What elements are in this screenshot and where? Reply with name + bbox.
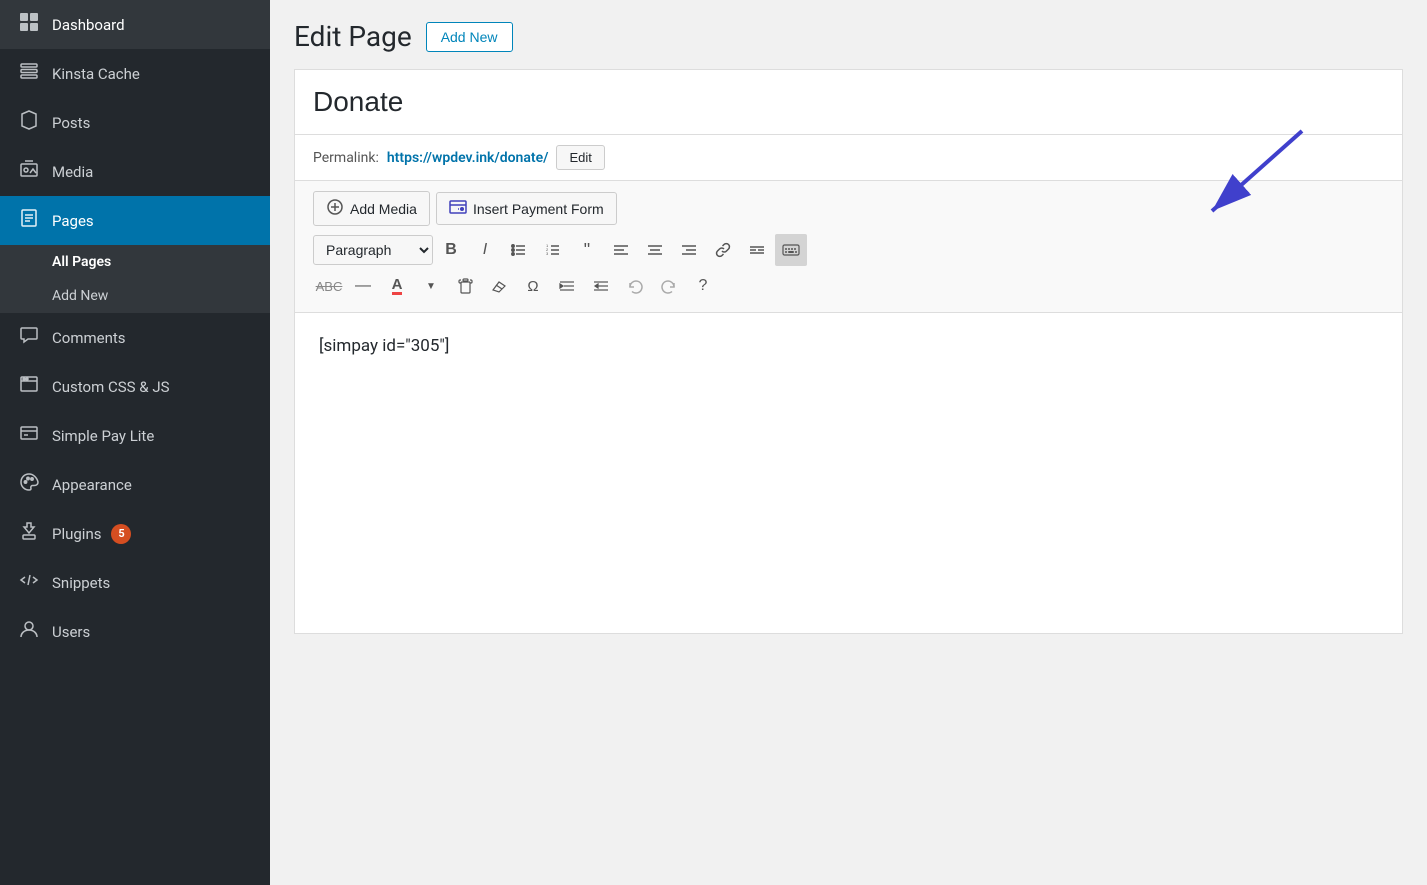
- align-center-button[interactable]: [639, 234, 671, 266]
- sidebar-item-plugins[interactable]: Plugins 5: [0, 509, 270, 558]
- add-media-icon: [326, 198, 344, 219]
- sidebar-label-kinsta: Kinsta Cache: [52, 65, 140, 83]
- redo-button[interactable]: [653, 270, 685, 302]
- align-right-button[interactable]: [673, 234, 705, 266]
- help-button[interactable]: ?: [687, 270, 719, 302]
- sidebar-item-snippets[interactable]: Snippets: [0, 558, 270, 607]
- sidebar-item-users[interactable]: Users: [0, 607, 270, 656]
- permalink-url[interactable]: https://wpdev.ink/donate/: [387, 150, 549, 166]
- sidebar-item-custom-css[interactable]: Custom CSS & JS: [0, 362, 270, 411]
- insert-payment-button[interactable]: Insert Payment Form: [436, 192, 617, 225]
- page-title: Edit Page: [294, 20, 412, 53]
- paste-button[interactable]: [449, 270, 481, 302]
- align-left-button[interactable]: [605, 234, 637, 266]
- sidebar-subitem-add-new[interactable]: Add New: [0, 279, 270, 313]
- media-icon: [16, 159, 42, 184]
- kinsta-cache-icon: [16, 61, 42, 86]
- shortcode-content: [simpay id="305"]: [319, 336, 449, 356]
- sidebar-label-pages: Pages: [52, 212, 94, 230]
- sidebar-label-appearance: Appearance: [52, 476, 132, 494]
- undo-button[interactable]: [619, 270, 651, 302]
- permalink-label: Permalink:: [313, 150, 379, 166]
- sidebar-item-kinsta-cache[interactable]: Kinsta Cache: [0, 49, 270, 98]
- custom-css-icon: [16, 374, 42, 399]
- sidebar-label-comments: Comments: [52, 329, 126, 347]
- comments-icon: [16, 325, 42, 350]
- users-icon: [16, 619, 42, 644]
- editor-toolbar-row2: ABC — A ▼ Ω: [313, 270, 1384, 302]
- editor-content[interactable]: [simpay id="305"]: [295, 313, 1402, 633]
- sidebar-item-simple-pay[interactable]: Simple Pay Lite: [0, 411, 270, 460]
- sidebar-item-pages[interactable]: Pages: [0, 196, 270, 245]
- edit-box: Permalink: https://wpdev.ink/donate/ Edi…: [294, 69, 1403, 634]
- posts-icon: [16, 110, 42, 135]
- sidebar-label-users: Users: [52, 623, 90, 641]
- appearance-icon: [16, 472, 42, 497]
- sidebar-item-media[interactable]: Media: [0, 147, 270, 196]
- italic-button[interactable]: I: [469, 234, 501, 266]
- add-new-button[interactable]: Add New: [426, 22, 513, 52]
- sidebar-item-posts[interactable]: Posts: [0, 98, 270, 147]
- text-color-button[interactable]: A: [381, 270, 413, 302]
- toolbar-top-row: Add Media Insert Payment Form: [313, 191, 1384, 226]
- sidebar-label-custom-css: Custom CSS & JS: [52, 378, 170, 396]
- sidebar-item-comments[interactable]: Comments: [0, 313, 270, 362]
- snippets-icon: [16, 570, 42, 595]
- sidebar-subitem-all-pages[interactable]: All Pages: [0, 245, 270, 279]
- hr-button[interactable]: —: [347, 270, 379, 302]
- strikethrough-button[interactable]: ABC: [313, 270, 345, 302]
- pages-icon: [16, 208, 42, 233]
- add-media-button[interactable]: Add Media: [313, 191, 430, 226]
- main-content: Edit Page Add New Permalink: https://wpd…: [270, 0, 1427, 885]
- plugins-icon: [16, 521, 42, 546]
- indent-button[interactable]: [551, 270, 583, 302]
- format-select[interactable]: Paragraph Heading 1 Heading 2 Heading 3: [313, 235, 433, 265]
- keyboard-shortcut-button[interactable]: [775, 234, 807, 266]
- sidebar-item-appearance[interactable]: Appearance: [0, 460, 270, 509]
- page-title-input[interactable]: [313, 86, 1384, 118]
- sidebar: Dashboard Kinsta Cache Posts Media Pages…: [0, 0, 270, 885]
- sidebar-label-posts: Posts: [52, 114, 90, 132]
- link-button[interactable]: [707, 234, 739, 266]
- add-media-label: Add Media: [350, 201, 417, 217]
- permalink-edit-button[interactable]: Edit: [556, 145, 604, 170]
- toolbar-area: Add Media Insert Payment Form Paragraph …: [295, 181, 1402, 313]
- title-area: [295, 70, 1402, 135]
- sidebar-label-dashboard: Dashboard: [52, 16, 125, 34]
- special-chars-button[interactable]: Ω: [517, 270, 549, 302]
- unordered-list-button[interactable]: [503, 234, 535, 266]
- page-header: Edit Page Add New: [294, 20, 1403, 53]
- bold-button[interactable]: B: [435, 234, 467, 266]
- outdent-button[interactable]: [585, 270, 617, 302]
- more-button[interactable]: [741, 234, 773, 266]
- dashboard-icon: [16, 12, 42, 37]
- eraser-button[interactable]: [483, 270, 515, 302]
- insert-payment-label: Insert Payment Form: [473, 201, 604, 217]
- permalink-bar: Permalink: https://wpdev.ink/donate/ Edi…: [295, 135, 1402, 181]
- sidebar-label-media: Media: [52, 163, 93, 181]
- sidebar-label-snippets: Snippets: [52, 574, 110, 592]
- simple-pay-icon: [16, 423, 42, 448]
- blockquote-button[interactable]: ": [571, 234, 603, 266]
- editor-toolbar-row1: Paragraph Heading 1 Heading 2 Heading 3 …: [313, 234, 1384, 266]
- plugins-badge: 5: [111, 524, 131, 544]
- svg-text:3: 3: [546, 251, 549, 256]
- pages-submenu: All Pages Add New: [0, 245, 270, 313]
- sidebar-label-plugins: Plugins: [52, 525, 101, 543]
- payment-form-icon: [449, 199, 467, 218]
- ordered-list-button[interactable]: 123: [537, 234, 569, 266]
- sidebar-item-dashboard[interactable]: Dashboard: [0, 0, 270, 49]
- text-color-dropdown[interactable]: ▼: [415, 270, 447, 302]
- sidebar-label-simple-pay: Simple Pay Lite: [52, 427, 154, 445]
